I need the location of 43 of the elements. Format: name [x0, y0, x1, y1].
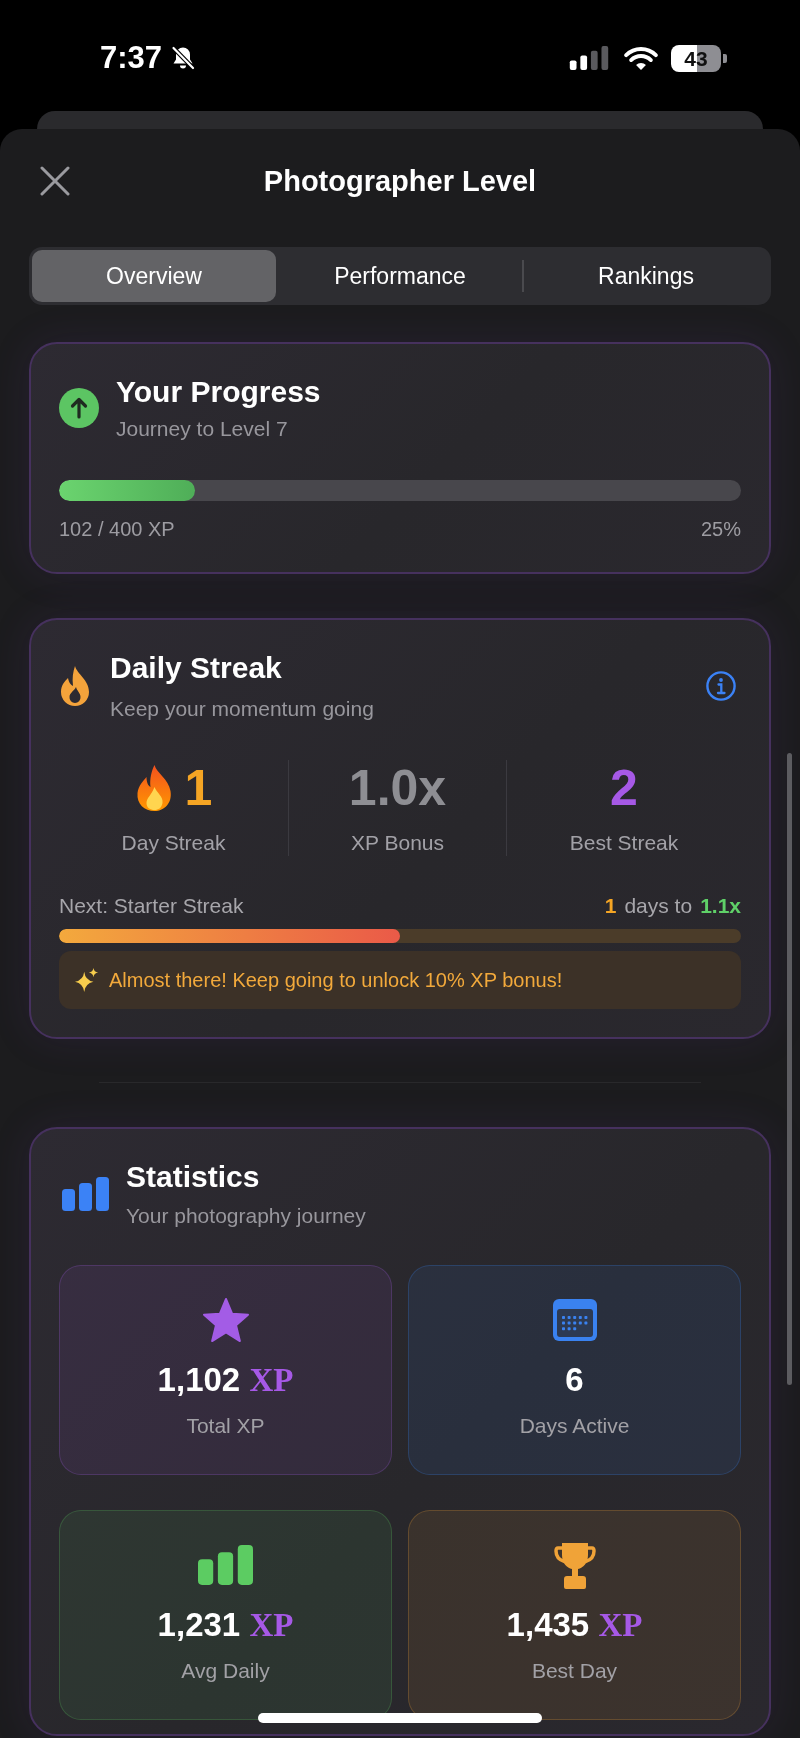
tab[interactable]: Overview [32, 250, 276, 302]
tile-value: 1,102 XP [157, 1360, 294, 1400]
days-to-text: days to [624, 894, 693, 918]
tile-label: Best Day [531, 1658, 618, 1684]
status-time: 7:37 [100, 40, 163, 76]
tile-value: 6 [565, 1360, 584, 1400]
card-subtitle: Keep your momentum going [110, 696, 374, 722]
info-icon[interactable] [706, 671, 736, 701]
stat-label: Best Streak [569, 830, 679, 856]
stat-value: 2 [610, 760, 638, 816]
arrow-up-circle-icon [59, 388, 99, 428]
card-title: Statistics [126, 1159, 260, 1195]
sheet-title: Photographer Level [263, 164, 537, 199]
battery-indicator: 43 [671, 44, 727, 72]
card-subtitle: Journey to Level 7 [116, 416, 288, 442]
next-milestone-text: Next: Starter Streak [59, 894, 244, 918]
wifi-icon [624, 45, 658, 71]
close-icon [40, 166, 70, 196]
tile-value: 1,231 XP [157, 1605, 294, 1645]
card-title: Your Progress [116, 374, 321, 410]
signal-icon [569, 46, 609, 70]
bar-chart-icon [62, 1177, 109, 1211]
tile-label: Avg Daily [181, 1658, 270, 1684]
sparkle-icon [75, 968, 99, 992]
next-multiplier: 1.1x [700, 894, 741, 918]
days-count: 1 [604, 894, 617, 918]
hint-text: Almost there! Keep going to unlock 10% XP bonus! [109, 968, 563, 992]
bell-slash-icon [170, 45, 197, 71]
stat-value: 1 [184, 760, 213, 816]
tile-label: Total XP [186, 1413, 265, 1439]
percent-text: 25% [700, 517, 741, 541]
stat-value: 1.0x [348, 760, 447, 816]
tab[interactable]: Rankings [524, 250, 768, 302]
flame-icon [59, 666, 91, 706]
card-title: Daily Streak [110, 650, 282, 686]
xp-progress-text: 102 / 400 XP [59, 517, 175, 541]
tab[interactable]: Performance [278, 250, 522, 302]
stat-label: XP Bonus [351, 830, 444, 856]
tile-value: 1,435 XP [506, 1605, 643, 1645]
card-subtitle: Your photography journey [126, 1203, 366, 1229]
close-button[interactable] [40, 166, 70, 196]
tile-label: Days Active [519, 1413, 630, 1439]
stat-label: Day Streak [121, 830, 226, 856]
